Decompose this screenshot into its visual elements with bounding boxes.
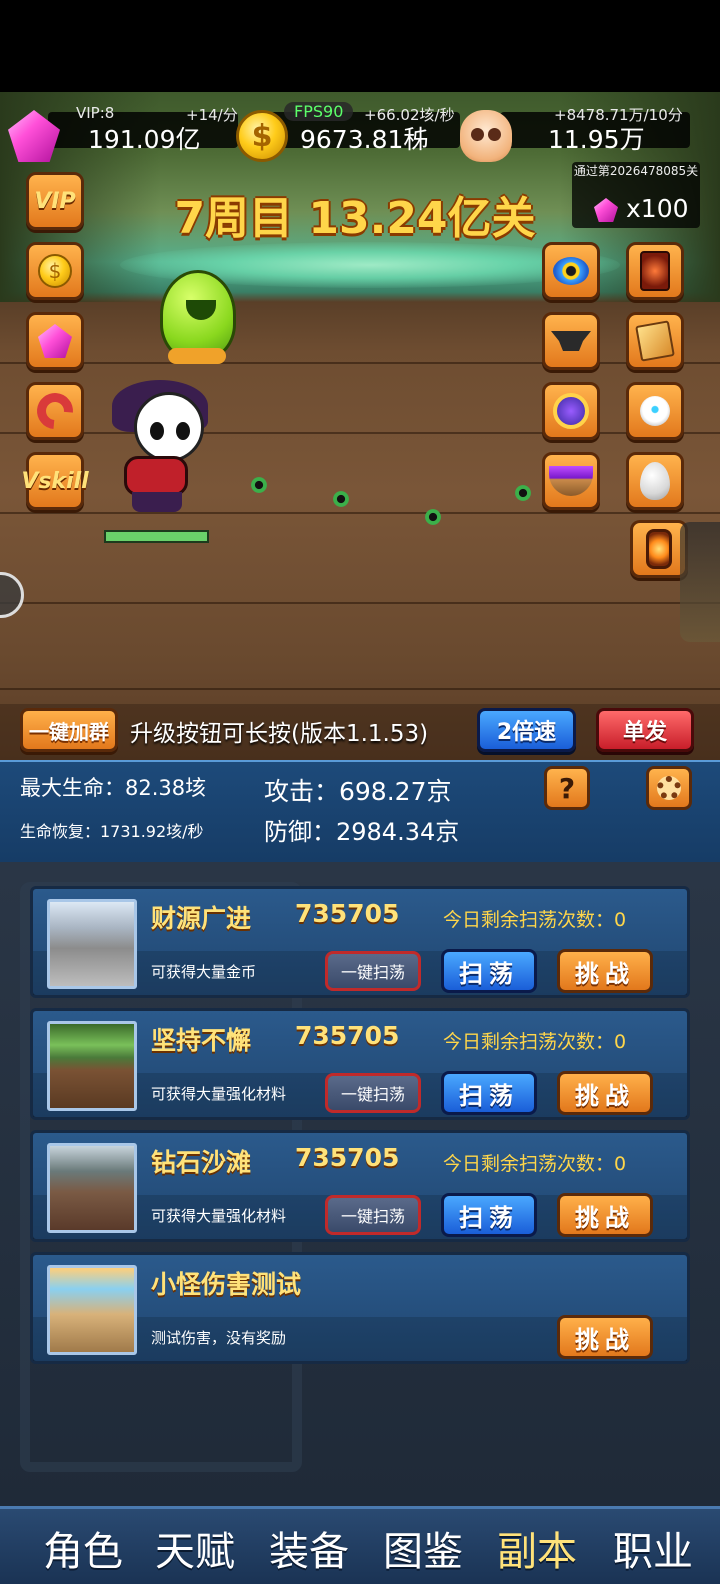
dungeon-thumbnail: [47, 1143, 137, 1233]
dungeon-thumbnail: [47, 899, 137, 989]
help-button[interactable]: ?: [544, 766, 590, 810]
upgrade-tip: 升级按钮可长按(版本1.1.53): [130, 721, 429, 747]
hp-regen-stat: 生命恢复：1731.92垓/秒: [20, 822, 204, 841]
dungeon-name: 小怪伤害测试: [151, 1270, 302, 1299]
attack-stat: 攻击：698.27京: [264, 777, 452, 806]
join-group-button[interactable]: 一键加群: [20, 708, 118, 752]
tab-character[interactable]: 角色: [28, 1519, 138, 1577]
dungeon-card: 小怪伤害测试 测试伤害，没有奖励 挑战: [30, 1252, 690, 1364]
dungeon-desc: 可获得大量强化材料: [151, 1085, 287, 1103]
tab-codex[interactable]: 图鉴: [368, 1519, 478, 1577]
challenge-button[interactable]: 挑战: [557, 1315, 653, 1359]
dungeon-thumbnail: [47, 1021, 137, 1111]
dungeon-thumbnail: [47, 1265, 137, 1355]
tab-talent[interactable]: 天赋: [140, 1519, 250, 1577]
dungeon-name: 财源广进: [151, 904, 252, 933]
dungeon-desc: 可获得大量金币: [151, 963, 257, 981]
control-layer: 一键加群 升级按钮可长按(版本1.1.53) 2倍速 单发: [0, 92, 720, 760]
max-hp-stat: 最大生命：82.38垓: [20, 776, 207, 800]
sweep-all-button[interactable]: 一键扫荡: [325, 1073, 421, 1113]
dungeon-card: 财源广进 735705 今日剩余扫荡次数：0 可获得大量金币 一键扫荡 扫荡 挑…: [30, 886, 690, 998]
dungeon-desc: 可获得大量强化材料: [151, 1207, 287, 1225]
dungeon-level: 735705: [295, 899, 400, 928]
dungeon-level: 735705: [295, 1143, 400, 1172]
settings-button[interactable]: [646, 766, 692, 810]
sweep-remaining: 今日剩余扫荡次数：0: [443, 909, 627, 931]
dungeon-name: 钻石沙滩: [151, 1148, 252, 1177]
single-shot-button[interactable]: 单发: [596, 708, 694, 752]
gear-icon: [657, 776, 681, 800]
dungeon-level: 735705: [295, 1021, 400, 1050]
dungeon-card: 钻石沙滩 735705 今日剩余扫荡次数：0 可获得大量强化材料 一键扫荡 扫荡…: [30, 1130, 690, 1242]
challenge-button[interactable]: 挑战: [557, 1193, 653, 1237]
sweep-all-button[interactable]: 一键扫荡: [325, 951, 421, 991]
dungeon-card: 坚持不懈 735705 今日剩余扫荡次数：0 可获得大量强化材料 一键扫荡 扫荡…: [30, 1008, 690, 1120]
dungeon-desc: 测试伤害，没有奖励: [151, 1329, 287, 1347]
tab-dungeon[interactable]: 副本: [482, 1519, 592, 1577]
dungeon-name: 坚持不懈: [151, 1026, 252, 1055]
sweep-button[interactable]: 扫荡: [441, 1193, 537, 1237]
tab-equipment[interactable]: 装备: [254, 1519, 364, 1577]
challenge-button[interactable]: 挑战: [557, 949, 653, 993]
challenge-button[interactable]: 挑战: [557, 1071, 653, 1115]
sweep-remaining: 今日剩余扫荡次数：0: [443, 1031, 627, 1053]
sweep-button[interactable]: 扫荡: [441, 1071, 537, 1115]
sweep-remaining: 今日剩余扫荡次数：0: [443, 1153, 627, 1175]
speed-2x-button[interactable]: 2倍速: [477, 708, 576, 752]
defense-stat: 防御：2984.34京: [264, 818, 460, 846]
bottom-tab-bar: 角色 天赋 装备 图鉴 副本 职业: [0, 1506, 720, 1584]
status-bar-area: [0, 0, 720, 92]
tab-class[interactable]: 职业: [598, 1519, 708, 1577]
sweep-all-button[interactable]: 一键扫荡: [325, 1195, 421, 1235]
sweep-button[interactable]: 扫荡: [441, 949, 537, 993]
